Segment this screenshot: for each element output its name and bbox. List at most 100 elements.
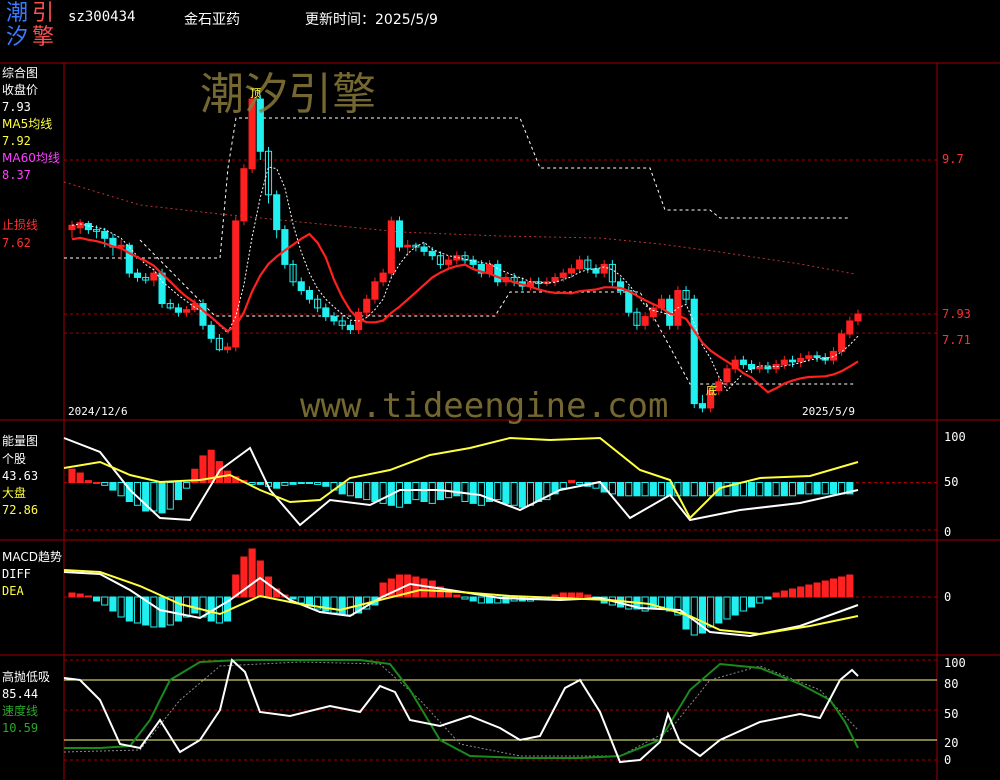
channel-upper [64, 117, 850, 259]
candle [764, 366, 772, 370]
macd-diff-label: DIFF [2, 567, 31, 581]
macd-bar [68, 592, 76, 598]
energy-bar [166, 482, 174, 510]
macd-bar [559, 592, 567, 598]
macd-bar [772, 592, 780, 598]
energy-bar [772, 482, 780, 497]
energy-bar [174, 482, 183, 501]
watermark-url: www.tideengine.com [300, 386, 669, 426]
macd-bar [477, 596, 485, 604]
candle [756, 366, 764, 370]
candle [420, 246, 428, 252]
candle [838, 333, 846, 352]
energy-bar [183, 482, 191, 489]
macd-bar [191, 596, 199, 614]
macd-bar [305, 596, 314, 606]
energy-bar [404, 482, 412, 504]
candle [363, 298, 371, 313]
close-label: 收盘价 [2, 83, 39, 97]
energy-bar [723, 482, 731, 497]
axis-main-9-7: 9.7 [942, 152, 964, 166]
energy-bar [821, 482, 829, 495]
energy-bar [805, 482, 813, 495]
energy-bar [649, 482, 657, 497]
energy-bar [567, 480, 576, 484]
energy-bar [698, 482, 707, 497]
macd-bar [584, 594, 592, 598]
watermark-brand: 潮汐引擎 [200, 69, 376, 120]
energy-bar [526, 482, 535, 506]
energy-bar [84, 480, 92, 484]
date-end: 2025/5/9 [802, 405, 855, 418]
axis-swing-0: 0 [944, 753, 952, 767]
macd-bar [92, 596, 101, 602]
macd-bar [821, 580, 829, 598]
macd-bar [101, 596, 109, 606]
swing-main-line [63, 658, 859, 764]
energy-bar [273, 482, 281, 489]
energy-bar [682, 482, 690, 497]
candle [559, 272, 567, 278]
energy-bar [633, 482, 641, 497]
macd-bar [551, 594, 559, 598]
axis-energy-50: 50 [944, 475, 959, 489]
candle [739, 359, 747, 365]
macd-bar [330, 596, 338, 614]
energy-bar [453, 482, 461, 497]
macd-bar [150, 596, 158, 628]
candle [428, 250, 436, 257]
macd-bar [649, 596, 657, 610]
stock-code: sz300434 [68, 9, 136, 25]
speed-label: 速度线 [2, 704, 39, 718]
candle [805, 355, 813, 359]
ma5-value: 7.92 [2, 134, 31, 148]
energy-bar [305, 482, 314, 484]
macd-bar [567, 592, 576, 598]
ma60-label: MA60均线 [2, 151, 60, 165]
candle [788, 359, 797, 363]
energy-bar [576, 482, 584, 485]
energy-bar [747, 482, 756, 497]
candle [133, 272, 142, 278]
macd-bar [756, 596, 764, 604]
macd-bar [747, 596, 756, 608]
logo-char-1: 潮 [6, 1, 29, 26]
candle [174, 307, 183, 313]
energy-bar [314, 482, 322, 485]
energy-bar [502, 482, 510, 504]
energy-bar [395, 482, 404, 508]
macd-panel-title: MACD趋势 [2, 550, 62, 564]
candle [84, 223, 92, 231]
stock-name: 金石亚药 [184, 12, 240, 28]
axis-macd-0: 0 [944, 590, 952, 604]
energy-bar [109, 482, 117, 491]
macd-bar [846, 574, 854, 598]
candle [371, 281, 379, 300]
candle [305, 290, 314, 300]
candle [346, 324, 354, 331]
energy-bar [813, 482, 821, 495]
energy-bar [739, 482, 747, 497]
candle [445, 259, 453, 265]
candle [649, 307, 657, 318]
update-time: 更新时间：2025/5/9 [305, 12, 438, 28]
macd-bar [805, 584, 813, 598]
energy-bar [297, 482, 305, 484]
energy-bar [657, 482, 666, 497]
macd-bar [420, 578, 428, 598]
stop-value: 7.62 [2, 236, 31, 250]
candle [600, 263, 608, 274]
macd-bar [657, 596, 666, 608]
macd-bar [707, 596, 715, 628]
energy-bar [690, 482, 698, 497]
axis-swing-20: 20 [944, 736, 959, 750]
candle [183, 309, 191, 313]
energy-bar [117, 482, 125, 497]
logo-char-2: 引 [32, 1, 55, 26]
candle [797, 357, 805, 363]
bottom-marker: 底 [706, 384, 717, 397]
energy-bar [420, 482, 428, 502]
candle [485, 263, 494, 274]
macd-bar [174, 596, 183, 622]
energy-bar [559, 482, 567, 489]
